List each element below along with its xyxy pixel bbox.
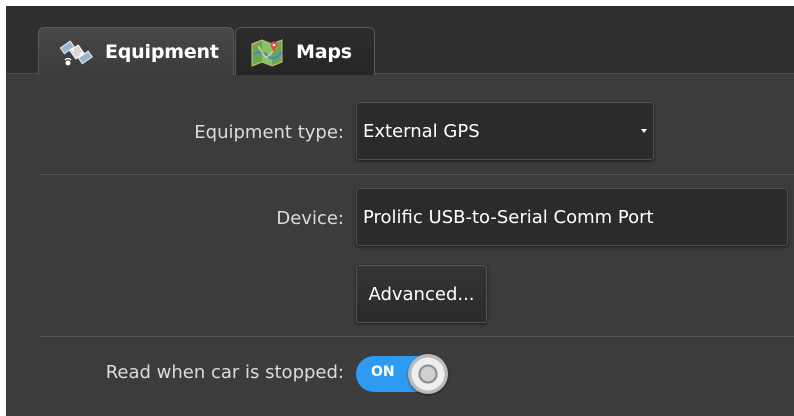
- equipment-settings-window: Equipment Maps Equipment type: External …: [6, 6, 794, 416]
- map-icon: [250, 36, 286, 68]
- read-when-stopped-label: Read when car is stopped:: [105, 362, 344, 383]
- divider: [39, 336, 794, 337]
- tab-equipment-label: Equipment: [105, 40, 219, 63]
- device-value: Prolific USB-to-Serial Comm Port: [363, 206, 654, 228]
- equipment-panel: Equipment type: External GPS Device: Pro…: [6, 74, 794, 416]
- tab-maps[interactable]: Maps: [235, 27, 375, 75]
- toggle-knob[interactable]: [408, 354, 448, 394]
- read-when-stopped-toggle[interactable]: ON: [356, 354, 450, 394]
- tab-maps-label: Maps: [296, 40, 352, 63]
- dropdown-caret-icon: [641, 129, 647, 133]
- equipment-type-label: Equipment type:: [194, 122, 344, 143]
- equipment-type-select[interactable]: External GPS: [356, 102, 654, 160]
- tab-strip: Equipment Maps: [6, 6, 794, 75]
- device-label: Device:: [276, 208, 344, 229]
- satellite-icon: [59, 36, 95, 68]
- device-field[interactable]: Prolific USB-to-Serial Comm Port: [356, 188, 788, 246]
- advanced-button[interactable]: Advanced...: [356, 265, 487, 323]
- divider: [39, 174, 794, 175]
- toggle-state-text: ON: [371, 364, 395, 380]
- tab-equipment[interactable]: Equipment: [38, 27, 234, 75]
- equipment-type-value: External GPS: [363, 120, 480, 142]
